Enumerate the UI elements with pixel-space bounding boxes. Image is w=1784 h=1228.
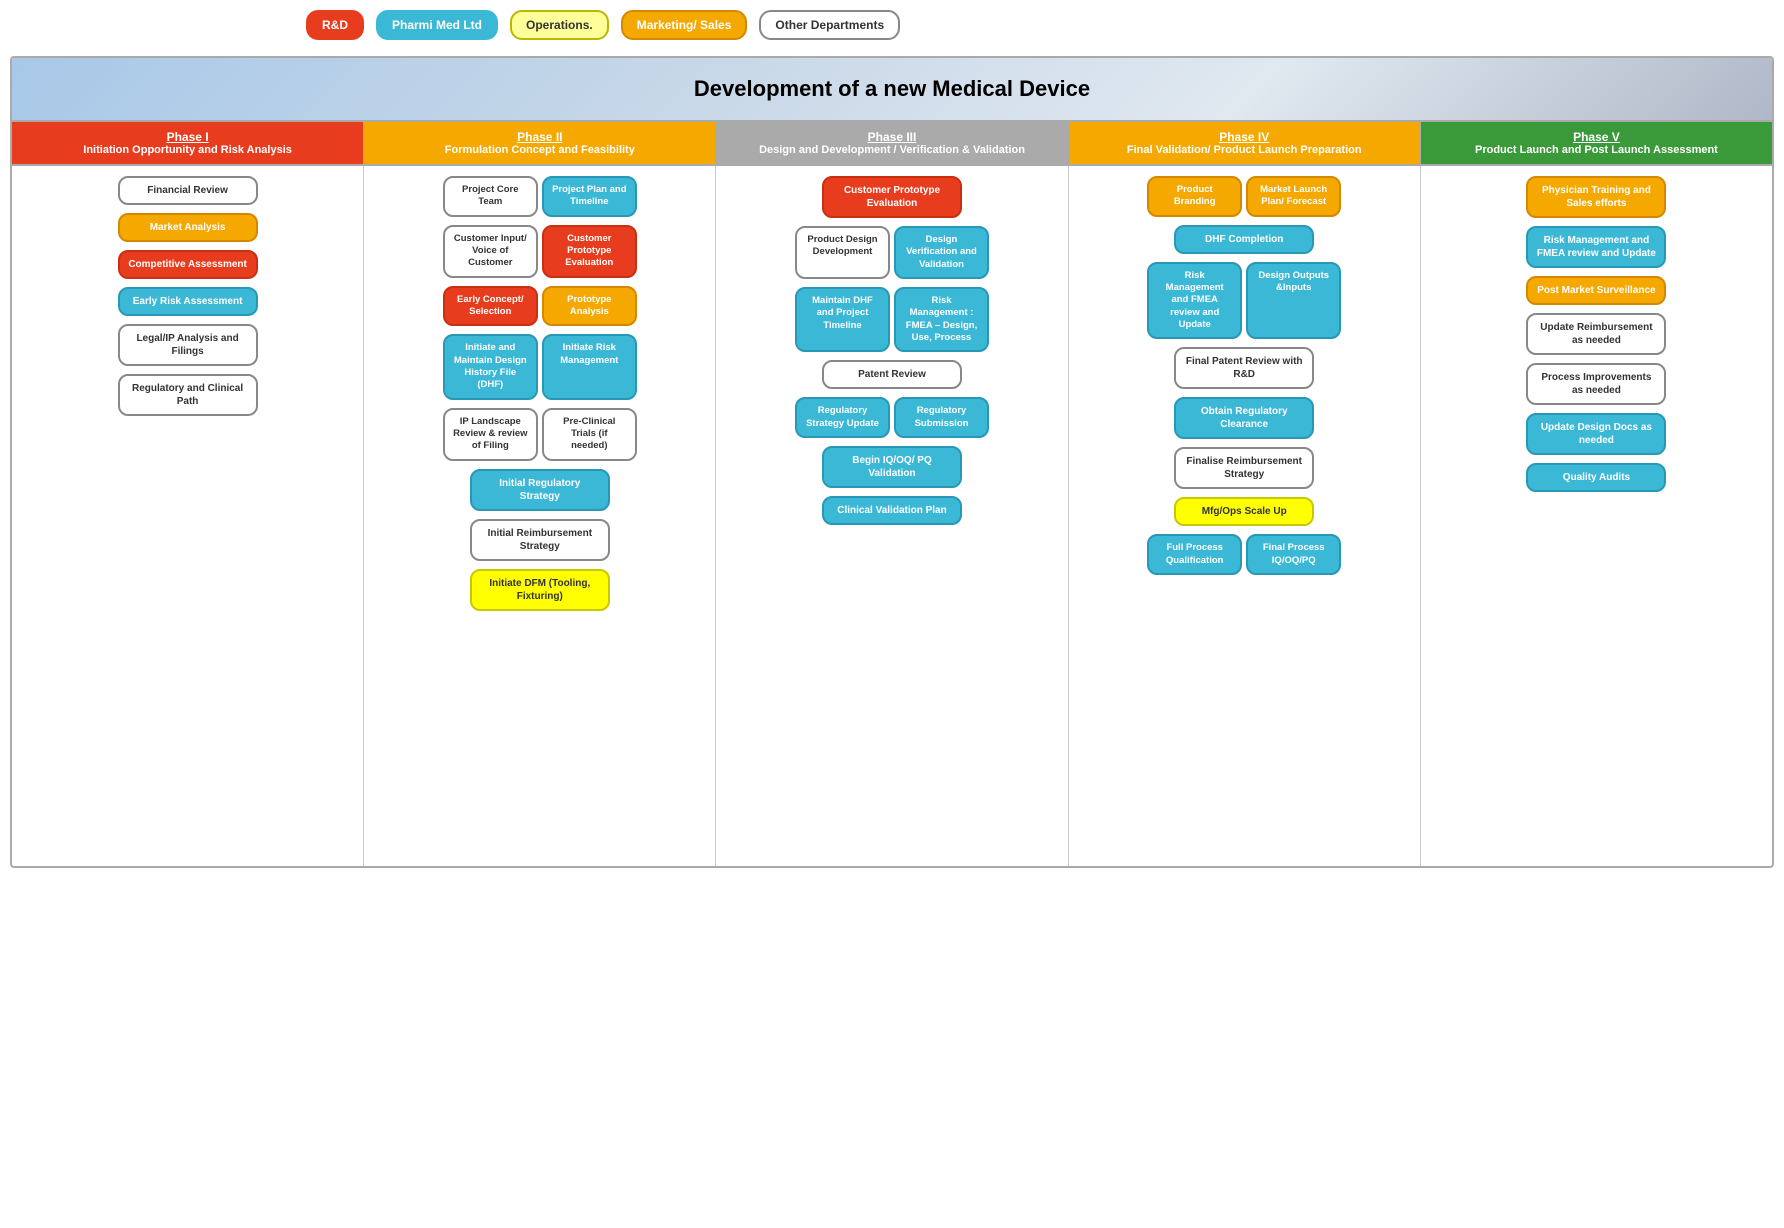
task-box: Update Reimbursement as needed (1526, 313, 1666, 355)
task-box: Initiate DFM (Tooling, Fixturing) (470, 569, 610, 611)
task-box: Final Patent Review with R&D (1174, 347, 1314, 389)
task-box: Legal/IP Analysis and Filings (118, 324, 258, 366)
phase-col-4: Product BrandingMarket Launch Plan/ Fore… (1069, 166, 1421, 866)
main-title: Development of a new Medical Device (12, 58, 1772, 122)
phases-body: Financial Review Market Analysis Competiti… (12, 166, 1772, 866)
phase-header-1: Phase IInitiation Opportunity and Risk A… (12, 122, 364, 164)
task-box: Project Plan and Timeline (542, 176, 637, 217)
row-pair: Product Design DevelopmentDesign Verific… (722, 226, 1061, 279)
task-box: Update Design Docs as needed (1526, 413, 1666, 455)
row-pair: Full Process QualificationFinal Process … (1075, 534, 1414, 575)
phase-col-5: Physician Training and Sales efforts Risk… (1421, 166, 1772, 866)
task-box: Regulatory and Clinical Path (118, 374, 258, 416)
task-box: Early Concept/ Selection (443, 286, 538, 327)
row-pair: Customer Input/ Voice of CustomerCustome… (370, 225, 709, 278)
row-pair: Project Core TeamProject Plan and Timeli… (370, 176, 709, 217)
task-box: Quality Audits (1526, 463, 1666, 492)
task-box: Market Launch Plan/ Forecast (1246, 176, 1341, 217)
row-pair: Risk Management and FMEA review and Upda… (1075, 262, 1414, 340)
task-box: IP Landscape Review & review of Filing (443, 408, 538, 461)
task-box: Physician Training and Sales efforts (1526, 176, 1666, 218)
task-box: Design Outputs &Inputs (1246, 262, 1341, 340)
task-box: Risk Management and FMEA review and Upda… (1147, 262, 1242, 340)
task-box: Initiate and Maintain Design History Fil… (443, 334, 538, 399)
task-box: Initiate Risk Management (542, 334, 637, 399)
task-box: Design Verification and Validation (894, 226, 989, 279)
task-box: Regulatory Submission (894, 397, 989, 438)
task-box: Finalise Reimbursement Strategy (1174, 447, 1314, 489)
task-box: Early Risk Assessment (118, 287, 258, 316)
phase-header-2: Phase IIFormulation Concept and Feasibil… (364, 122, 716, 164)
phase-col-2: Project Core TeamProject Plan and Timeli… (364, 166, 716, 866)
task-box: Maintain DHF and Project Timeline (795, 287, 890, 352)
task-box: Final Process IQ/OQ/PQ (1246, 534, 1341, 575)
task-box: Mfg/Ops Scale Up (1174, 497, 1314, 526)
task-box: Obtain Regulatory Clearance (1174, 397, 1314, 439)
row-pair: Early Concept/ SelectionPrototype Analys… (370, 286, 709, 327)
phase-header-3: Phase IIIDesign and Development / Verifi… (716, 122, 1068, 164)
row-pair: Product BrandingMarket Launch Plan/ Fore… (1075, 176, 1414, 217)
legend-item-pharmi: Pharmi Med Ltd (376, 10, 498, 40)
task-box: Financial Review (118, 176, 258, 205)
task-box: Customer Prototype Evaluation (822, 176, 962, 218)
task-box: Product Design Development (795, 226, 890, 279)
task-box: Pre-Clinical Trials (if needed) (542, 408, 637, 461)
legend-item-rd: R&D (306, 10, 364, 40)
task-box: Market Analysis (118, 213, 258, 242)
task-box: Initial Regulatory Strategy (470, 469, 610, 511)
task-box: Clinical Validation Plan (822, 496, 962, 525)
task-box: Prototype Analysis (542, 286, 637, 327)
task-box: Process Improvements as needed (1526, 363, 1666, 405)
row-pair: Regulatory Strategy UpdateRegulatory Sub… (722, 397, 1061, 438)
row-pair: Initiate and Maintain Design History Fil… (370, 334, 709, 399)
task-box: Initial Reimbursement Strategy (470, 519, 610, 561)
legend-item-mkt: Marketing/ Sales (621, 10, 748, 40)
task-box: Post Market Surveillance (1526, 276, 1666, 305)
task-box: Customer Prototype Evaluation (542, 225, 637, 278)
task-box: Patent Review (822, 360, 962, 389)
task-box: Customer Input/ Voice of Customer (443, 225, 538, 278)
task-box: Begin IQ/OQ/ PQ Validation (822, 446, 962, 488)
main-container: Development of a new Medical DevicePhase… (10, 56, 1774, 868)
task-box: Full Process Qualification (1147, 534, 1242, 575)
task-box: Regulatory Strategy Update (795, 397, 890, 438)
row-pair: Maintain DHF and Project TimelineRisk Ma… (722, 287, 1061, 352)
phase-header-5: Phase VProduct Launch and Post Launch As… (1421, 122, 1772, 164)
task-box: Product Branding (1147, 176, 1242, 217)
legend-area: R&D Pharmi Med Ltd Operations. Marketing/ S… (10, 10, 1774, 40)
phase-header-4: Phase IVFinal Validation/ Product Launch… (1069, 122, 1421, 164)
legend-item-ops: Operations. (510, 10, 609, 40)
row-pair: IP Landscape Review & review of FilingPr… (370, 408, 709, 461)
task-box: Project Core Team (443, 176, 538, 217)
phase-col-3: Customer Prototype Evaluation Product Des… (716, 166, 1068, 866)
task-box: Competitive Assessment (118, 250, 258, 279)
phases-header: Phase IInitiation Opportunity and Risk A… (12, 122, 1772, 166)
task-box: Risk Management : FMEA – Design, Use, Pr… (894, 287, 989, 352)
phase-col-1: Financial Review Market Analysis Competiti… (12, 166, 364, 866)
legend-item-other: Other Departments (759, 10, 900, 40)
task-box: DHF Completion (1174, 225, 1314, 254)
task-box: Risk Management and FMEA review and Upda… (1526, 226, 1666, 268)
